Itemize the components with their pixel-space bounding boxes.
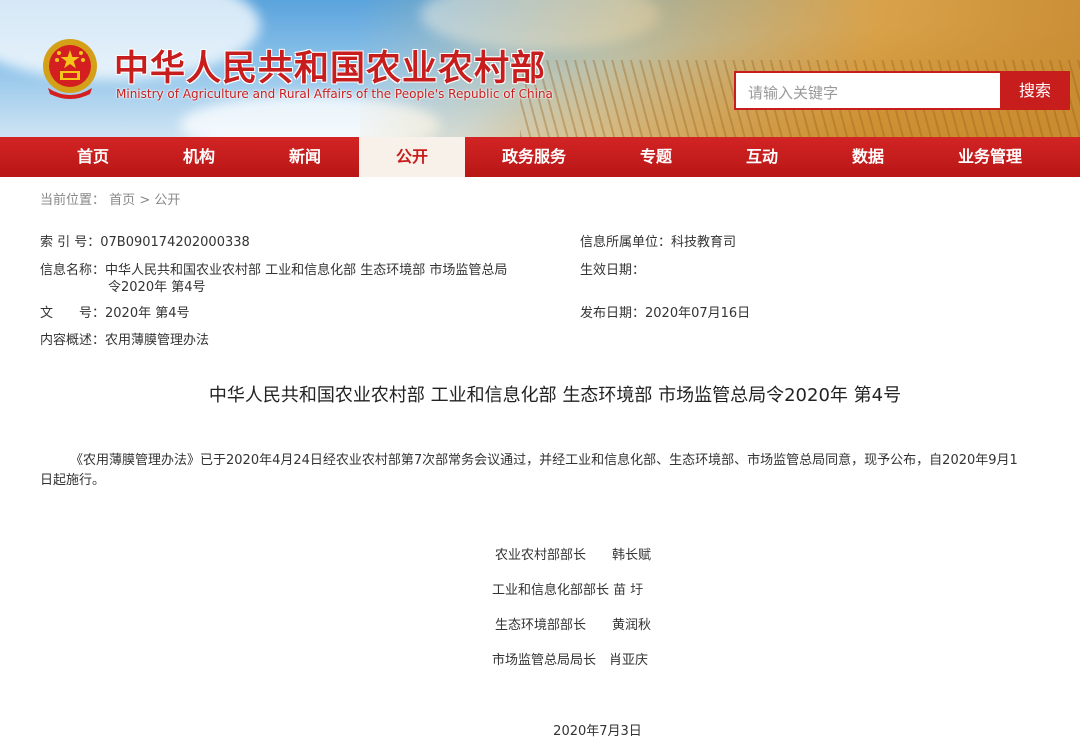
- document-body: 《农用薄膜管理办法》已于2020年4月24日经农业农村部第7次部常务会议通过，并…: [40, 451, 1070, 491]
- nav-item-home[interactable]: 首页: [40, 137, 146, 177]
- signature-line: 农业农村部部长 韩长赋: [495, 548, 652, 563]
- site-header: 中华人民共和国农业农村部 Ministry of Agriculture and…: [0, 0, 1080, 137]
- national-emblem-icon[interactable]: [40, 38, 100, 100]
- nav-item-topics[interactable]: 专题: [603, 137, 709, 177]
- meta-label: 发布日期：: [580, 306, 646, 321]
- breadcrumb-prefix: 当前位置：: [40, 193, 106, 208]
- meta-label: 内容概述：: [40, 333, 106, 348]
- meta-value: 科技教育司: [671, 235, 737, 250]
- meta-label: 生效日期：: [580, 263, 646, 278]
- meta-label: 索 引 号：: [40, 235, 101, 250]
- document-body-line: 《农用薄膜管理办法》已于2020年4月24日经农业农村部第7次部常务会议通过，并…: [70, 453, 1018, 468]
- meta-value: 2020年07月16日: [645, 306, 751, 321]
- signature-line: 市场监管总局局长 肖亚庆: [492, 653, 649, 668]
- breadcrumb-home-link[interactable]: 首页: [109, 193, 135, 208]
- breadcrumb-current-link[interactable]: 公开: [154, 193, 180, 208]
- search-input[interactable]: 请输入关键字: [734, 71, 1000, 110]
- search-button[interactable]: 搜索: [1000, 71, 1070, 110]
- nav-item-data[interactable]: 数据: [815, 137, 921, 177]
- signature-line: 工业和信息化部部长 苗 圩: [492, 583, 644, 598]
- breadcrumb-separator: >: [139, 193, 151, 208]
- main-nav: 首页 机构 新闻 公开 政务服务 专题 互动 数据 业务管理: [0, 137, 1080, 177]
- nav-item-public[interactable]: 公开: [359, 137, 465, 177]
- meta-label: 信息名称：: [40, 263, 106, 278]
- nav-item-business-management[interactable]: 业务管理: [921, 137, 1059, 177]
- meta-document-number: 文 号：2020年 第4号: [40, 305, 190, 322]
- signature-line: 生态环境部部长 黄润秋: [495, 618, 652, 633]
- meta-value: 中华人民共和国农业农村部 工业和信息化部 生态环境部 市场监管总局: [105, 263, 508, 278]
- meta-info-name: 信息名称：中华人民共和国农业农村部 工业和信息化部 生态环境部 市场监管总局: [40, 262, 507, 279]
- meta-label: 文 号：: [40, 306, 106, 321]
- meta-info-name-continued: 令2020年 第4号: [108, 280, 206, 295]
- meta-index-number: 索 引 号：07B090174202000338: [40, 234, 250, 251]
- meta-effective-date: 生效日期：: [580, 262, 645, 279]
- nav-item-organization[interactable]: 机构: [146, 137, 252, 177]
- document-date: 2020年7月3日: [553, 724, 642, 739]
- meta-value: 2020年 第4号: [105, 306, 190, 321]
- nav-item-government-services[interactable]: 政务服务: [465, 137, 603, 177]
- meta-publish-date: 发布日期：2020年07月16日: [580, 305, 750, 322]
- breadcrumb: 当前位置： 首页 > 公开: [40, 189, 180, 208]
- site-title[interactable]: 中华人民共和国农业农村部: [114, 40, 546, 91]
- nav-item-news[interactable]: 新闻: [252, 137, 358, 177]
- meta-label: 信息所属单位：: [580, 235, 672, 250]
- nav-item-interaction[interactable]: 互动: [709, 137, 815, 177]
- document-title: 中华人民共和国农业农村部 工业和信息化部 生态环境部 市场监管总局令2020年 …: [208, 385, 902, 406]
- document-body-line: 日起施行。: [40, 473, 106, 488]
- site-subtitle: Ministry of Agriculture and Rural Affair…: [116, 87, 553, 101]
- meta-value: 07B090174202000338: [100, 235, 250, 250]
- meta-summary: 内容概述：农用薄膜管理办法: [40, 332, 209, 349]
- meta-unit: 信息所属单位：科技教育司: [580, 234, 736, 251]
- meta-value: 农用薄膜管理办法: [105, 333, 210, 348]
